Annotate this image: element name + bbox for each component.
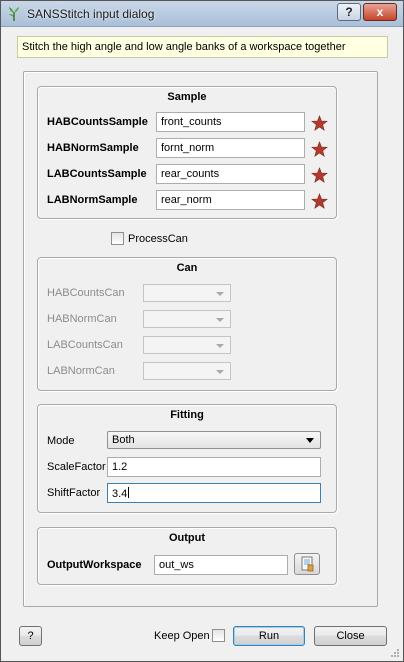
- scale-factor-input[interactable]: 1.2: [107, 457, 321, 477]
- keep-open-label: Keep Open: [154, 630, 210, 642]
- lab-norm-can-select: [143, 362, 231, 380]
- scale-factor-label: ScaleFactor: [47, 461, 106, 473]
- lab-counts-can-label: LABCountsCan: [47, 339, 123, 351]
- shift-factor-label: ShiftFactor: [47, 487, 101, 499]
- required-star-icon: [311, 115, 328, 131]
- output-group-title: Output: [168, 532, 206, 544]
- titlebar-close-button[interactable]: x: [363, 3, 397, 21]
- mode-select-value: Both: [112, 434, 135, 446]
- output-workspace-input[interactable]: out_ws: [154, 555, 288, 575]
- description-banner: Stitch the high angle and low angle bank…: [17, 36, 388, 58]
- workspace-picker-button[interactable]: [294, 553, 320, 575]
- process-can-checkbox[interactable]: [111, 232, 124, 245]
- lab-counts-can-select: [143, 336, 231, 354]
- lab-counts-sample-label: LABCountsSample: [47, 168, 147, 180]
- lab-norm-sample-input[interactable]: rear_norm: [156, 190, 305, 210]
- required-star-icon: [311, 167, 328, 183]
- chevron-down-icon: [216, 344, 224, 348]
- shift-factor-input[interactable]: 3.4: [107, 483, 321, 503]
- mode-select[interactable]: Both: [107, 431, 321, 449]
- workspace-picker-icon: [301, 556, 314, 572]
- mantid-app-icon: [9, 7, 19, 21]
- chevron-down-icon: [216, 318, 224, 322]
- sample-group-title: Sample: [167, 91, 207, 103]
- shift-factor-value: 3.4: [112, 488, 128, 500]
- hab-counts-can-label: HABCountsCan: [47, 287, 125, 299]
- lab-counts-sample-input[interactable]: rear_counts: [156, 164, 305, 184]
- lab-norm-sample-label: LABNormSample: [47, 194, 138, 206]
- title-bar[interactable]: SANSStitch input dialog ? x: [1, 1, 403, 27]
- hab-counts-sample-input[interactable]: front_counts: [156, 112, 305, 132]
- chevron-down-icon: [306, 438, 314, 443]
- chevron-down-icon: [216, 292, 224, 296]
- close-button[interactable]: Close: [314, 626, 387, 646]
- required-star-icon: [311, 141, 328, 157]
- lab-norm-can-label: LABNormCan: [47, 365, 115, 377]
- required-star-icon: [311, 193, 328, 209]
- titlebar-help-button[interactable]: ?: [337, 3, 361, 21]
- text-caret: [128, 487, 130, 498]
- window-title: SANSStitch input dialog: [27, 7, 155, 21]
- process-can-label: ProcessCan: [128, 233, 188, 245]
- run-button[interactable]: Run: [233, 626, 305, 646]
- hab-norm-sample-input[interactable]: fornt_norm: [156, 138, 305, 158]
- hab-counts-sample-label: HABCountsSample: [47, 116, 148, 128]
- keep-open-checkbox[interactable]: [212, 629, 225, 642]
- hab-counts-can-select: [143, 284, 231, 302]
- hab-norm-can-select: [143, 310, 231, 328]
- hab-norm-can-label: HABNormCan: [47, 313, 117, 325]
- chevron-down-icon: [216, 370, 224, 374]
- fitting-group-title: Fitting: [170, 409, 204, 421]
- output-workspace-label: OutputWorkspace: [47, 559, 142, 571]
- mode-label: Mode: [47, 435, 75, 447]
- hab-norm-sample-label: HABNormSample: [47, 142, 139, 154]
- can-group-title: Can: [176, 262, 198, 274]
- resize-grip-icon[interactable]: [390, 648, 400, 658]
- dialog-window: SANSStitch input dialog ? x Stitch the h…: [0, 0, 404, 662]
- help-button[interactable]: ?: [19, 626, 42, 646]
